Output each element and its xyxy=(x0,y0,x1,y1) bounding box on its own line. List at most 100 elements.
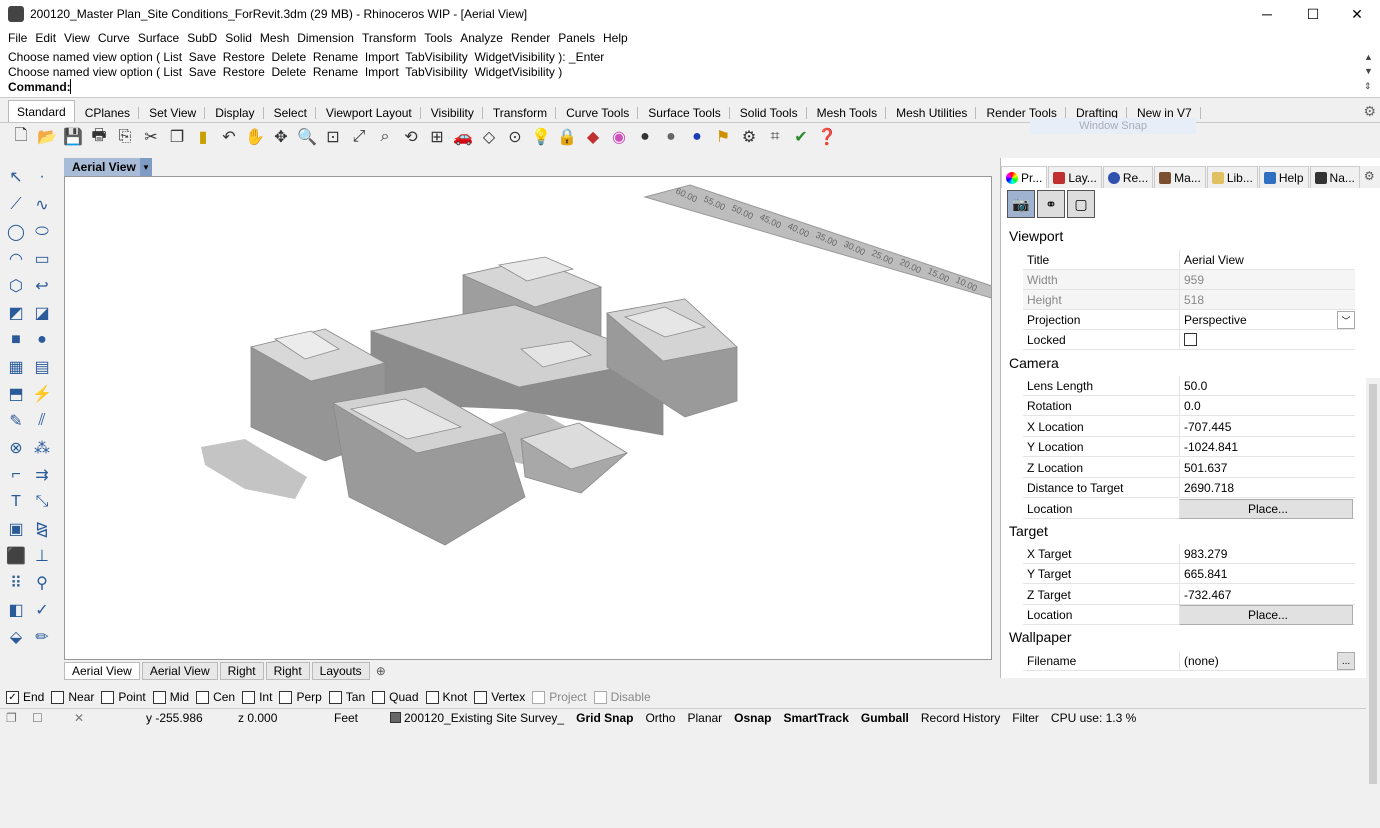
options-gear-icon[interactable]: ⚙ xyxy=(736,125,762,149)
viewport-layout-icon[interactable]: ⊞ xyxy=(424,125,450,149)
split-icon[interactable]: ⫽ xyxy=(30,409,54,433)
tab-transform[interactable]: Transform xyxy=(484,102,557,122)
gumball-toggle[interactable]: Gumball xyxy=(855,711,915,725)
mesh-icon[interactable]: ▦ xyxy=(4,355,28,379)
prop-title-field[interactable]: Aerial View xyxy=(1179,249,1355,270)
osnap-checkbox[interactable] xyxy=(242,690,256,704)
osnap-checkbox[interactable] xyxy=(532,690,546,704)
y-location-field[interactable]: -1024.841 xyxy=(1179,436,1355,457)
camera-place-button[interactable]: Place... xyxy=(1179,498,1353,519)
viewport-tab-right-2[interactable]: Right xyxy=(265,662,310,680)
viewport-tab-layouts[interactable]: Layouts xyxy=(311,662,370,680)
rotate-view-icon[interactable]: ✥ xyxy=(268,125,294,149)
menu-solid[interactable]: Solid xyxy=(221,31,256,45)
close-panel-icon[interactable]: ✕ xyxy=(68,711,140,725)
new-icon[interactable]: 🗋 xyxy=(8,125,34,149)
osnap-checkbox[interactable] xyxy=(372,690,386,704)
y-target-field[interactable]: 665.841 xyxy=(1179,563,1355,584)
car-icon[interactable]: 🚗 xyxy=(450,125,476,149)
tab-visibility[interactable]: Visibility xyxy=(422,102,484,122)
tab-curve-tools[interactable]: Curve Tools xyxy=(557,102,639,122)
polyline-icon[interactable]: ⟋ xyxy=(4,193,28,217)
panel-tab-named-views[interactable]: Na... xyxy=(1309,166,1360,188)
osnap-tan[interactable]: Tan xyxy=(328,690,365,704)
ellipse-icon[interactable]: ⬭ xyxy=(30,220,54,244)
viewport-tab-aerial-view-2[interactable]: Aerial View xyxy=(141,662,218,680)
osnap-end-checkbox[interactable]: ✓ xyxy=(6,690,19,704)
panel-tab-help[interactable]: Help xyxy=(1258,166,1309,188)
osnap-disable[interactable]: Disable xyxy=(593,690,651,704)
material-sphere-icon[interactable]: ● xyxy=(632,125,658,149)
tab-solid-tools[interactable]: Solid Tools xyxy=(731,102,807,122)
arc-icon[interactable]: ◠ xyxy=(4,247,28,271)
menu-surface[interactable]: Surface xyxy=(134,31,183,45)
osnap-checkbox[interactable] xyxy=(196,690,210,704)
cut-icon[interactable]: ✂ xyxy=(138,125,164,149)
viewport-tab-aerial-view[interactable]: Aerial View xyxy=(64,662,140,680)
projection-select[interactable]: Perspective xyxy=(1179,309,1355,330)
lock-icon[interactable]: 🔒 xyxy=(554,125,580,149)
dimension-tool-icon[interactable]: ⊥ xyxy=(30,544,54,568)
osnap-quad[interactable]: Quad xyxy=(372,690,419,704)
select-arrow-icon[interactable]: ↖ xyxy=(4,165,28,189)
tab-display[interactable]: Display xyxy=(206,102,264,122)
clipping-icon[interactable]: ⚭ xyxy=(1037,190,1065,218)
smarttrack-toggle[interactable]: SmartTrack xyxy=(778,711,855,725)
command-spin-icon[interactable]: ⇕ xyxy=(1364,81,1376,92)
viewport-title-bar[interactable]: Aerial View ▼ xyxy=(64,158,152,176)
osnap-checkbox[interactable] xyxy=(474,690,488,704)
osnap-checkbox[interactable] xyxy=(328,690,342,704)
render-sphere-icon[interactable]: ● xyxy=(658,125,684,149)
sketch-icon[interactable]: ✏ xyxy=(30,625,54,649)
osnap-vertex[interactable]: Vertex xyxy=(474,690,525,704)
tab-standard[interactable]: Standard xyxy=(8,100,75,122)
zoom-extents-icon[interactable]: ⤢ xyxy=(346,125,372,149)
panel-tab-libraries[interactable]: Lib... xyxy=(1206,166,1258,188)
osnap-perp[interactable]: Perp xyxy=(279,690,322,704)
polygon-icon[interactable]: ⬡ xyxy=(4,274,28,298)
menu-render[interactable]: Render xyxy=(507,31,554,45)
z-target-field[interactable]: -732.467 xyxy=(1179,584,1355,605)
record-history-toggle[interactable]: Record History xyxy=(915,711,1006,725)
scale-icon[interactable]: ⤡ xyxy=(30,490,54,514)
hide-icon[interactable]: ◇ xyxy=(476,125,502,149)
z-location-field[interactable]: 501.637 xyxy=(1179,457,1355,478)
distance-to-target-field[interactable]: 2690.718 xyxy=(1179,477,1355,498)
tab-viewport-layout[interactable]: Viewport Layout xyxy=(317,102,421,122)
viewport-tab-right[interactable]: Right xyxy=(219,662,264,680)
viewport-menu-dropdown-icon[interactable]: ▼ xyxy=(140,158,152,176)
osnap-cen[interactable]: Cen xyxy=(196,690,235,704)
light-icon[interactable]: 💡 xyxy=(528,125,554,149)
undo-icon[interactable]: ↶ xyxy=(216,125,242,149)
layer-icon[interactable]: ◆ xyxy=(580,125,606,149)
mesh-plane-icon[interactable]: ▤ xyxy=(30,355,54,379)
locked-checkbox[interactable] xyxy=(1184,333,1197,346)
browse-button[interactable]: ... xyxy=(1337,652,1355,670)
osnap-int[interactable]: Int xyxy=(242,690,272,704)
osnap-checkbox[interactable] xyxy=(101,690,115,704)
ortho-toggle[interactable]: Ortho xyxy=(639,711,681,725)
group-icon[interactable]: ◧ xyxy=(4,598,28,622)
fillet-curve-icon[interactable]: ↩ xyxy=(30,274,54,298)
help-icon[interactable]: ❓ xyxy=(814,125,840,149)
tab-cplanes[interactable]: CPlanes xyxy=(76,102,140,122)
close-button[interactable]: ✕ xyxy=(1334,0,1380,28)
copy-icon[interactable]: ❐ xyxy=(164,125,190,149)
panel-tab-materials[interactable]: Ma... xyxy=(1154,166,1206,188)
sphere-icon[interactable]: ● xyxy=(30,328,54,352)
chevron-down-icon[interactable]: ﹀ xyxy=(1337,311,1355,329)
dimension-icon[interactable]: ⌗ xyxy=(762,125,788,149)
circle-icon[interactable]: ◯ xyxy=(4,220,28,244)
tab-mesh-utilities[interactable]: Mesh Utilities xyxy=(887,102,977,122)
current-layer[interactable]: 200120_Existing Site Survey_ xyxy=(384,711,570,725)
restore-icon[interactable]: ❐ xyxy=(0,711,26,725)
paste-icon[interactable]: ▮ xyxy=(190,125,216,149)
zoom-target-icon[interactable]: ⟲ xyxy=(398,125,424,149)
menu-subd[interactable]: SubD xyxy=(183,31,221,45)
aerial-viewport[interactable]: 60.00 55.00 50.00 45.00 40.00 35.00 30.0… xyxy=(64,176,992,660)
zoom-selected-icon[interactable]: ⌕ xyxy=(372,125,398,149)
mirror-icon[interactable]: ⧎ xyxy=(30,517,54,541)
panel-tab-properties[interactable]: Pr... xyxy=(1001,166,1048,188)
x-location-field[interactable]: -707.445 xyxy=(1179,416,1355,437)
join-icon[interactable]: ⊗ xyxy=(4,436,28,460)
